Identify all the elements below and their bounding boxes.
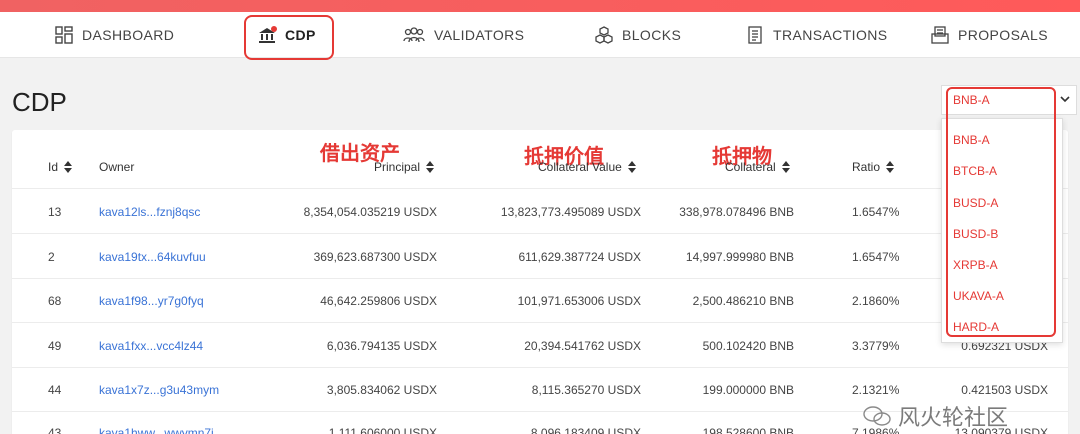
nav-label-validators: VALIDATORS	[434, 27, 525, 43]
row-divider	[12, 367, 1068, 368]
nav-item-transactions[interactable]: TRANSACTIONS	[745, 12, 887, 58]
cell-principal: 46,642.259806 USDX	[320, 294, 437, 308]
sort-icon	[64, 161, 73, 173]
sort-icon	[886, 161, 895, 173]
wechat-icon	[863, 406, 891, 426]
cell-collateral: 2,500.486210 BNB	[692, 294, 794, 308]
cell-id: 13	[48, 205, 62, 219]
row-divider	[12, 233, 1068, 234]
users-icon	[403, 27, 425, 43]
owner-link[interactable]: kava1hww...wwymn7j	[99, 426, 214, 434]
cell-ratio: 3.3779%	[852, 339, 900, 353]
cell-collateral: 338,978.078496 BNB	[679, 205, 794, 219]
header-owner: Owner	[99, 160, 134, 174]
document-icon	[748, 26, 762, 44]
cell-ratio: 1.6547%	[852, 250, 900, 264]
header-collateral-value-label: Collateral Value	[538, 160, 622, 174]
row-divider	[12, 322, 1068, 323]
cell-collateral: 500.102420 BNB	[702, 339, 794, 353]
owner-link[interactable]: kava12ls...fznj8qsc	[99, 205, 200, 219]
top-accent-bar	[0, 0, 1080, 12]
cell-principal: 369,623.687300 USDX	[313, 250, 437, 264]
cell-collateral-value: 611,629.387724 USDX	[518, 250, 641, 264]
cell-id: 2	[48, 250, 55, 264]
header-collateral-label: Collateral	[725, 160, 776, 174]
cell-collateral-value: 20,394.541762 USDX	[524, 339, 641, 353]
cell-collateral-value: 13,823,773.495089 USDX	[500, 205, 641, 219]
cell-extra: 0.421503 USDX	[961, 383, 1048, 397]
header-id-label: Id	[48, 160, 59, 174]
nav-item-dashboard[interactable]: DASHBOARD	[54, 12, 174, 58]
sort-icon	[781, 161, 790, 173]
watermark: 风火轮社区	[862, 400, 1008, 432]
nav-item-blocks[interactable]: BLOCKS	[594, 12, 681, 58]
cell-collateral-value: 8,096.183409 USDX	[530, 426, 641, 434]
nav-label-blocks: BLOCKS	[622, 27, 682, 43]
cell-collateral-value: 8,115.365270 USDX	[531, 383, 641, 397]
ballot-icon	[931, 26, 949, 44]
header-owner-label: Owner	[99, 160, 135, 174]
nav-label-transactions: TRANSACTIONS	[773, 27, 888, 43]
row-divider	[12, 188, 1068, 189]
row-divider	[12, 278, 1068, 279]
cell-principal: 8,354,054.035219 USDX	[303, 205, 437, 219]
nav-label-proposals: PROPOSALS	[958, 27, 1048, 43]
owner-link[interactable]: kava1x7z...g3u43mym	[99, 383, 219, 397]
cell-ratio: 2.1321%	[852, 383, 900, 397]
owner-link[interactable]: kava19tx...64kuvfuu	[99, 250, 206, 264]
header-collateral-value[interactable]: Collateral Value	[538, 160, 636, 174]
grid-icon	[55, 26, 73, 44]
cell-collateral: 198.528600 BNB	[702, 426, 794, 434]
header-ratio[interactable]: Ratio	[852, 160, 895, 174]
owner-link[interactable]: kava1fxx...vcc4lz44	[99, 339, 203, 353]
cell-collateral-value: 101,971.653006 USDX	[517, 294, 641, 308]
cell-principal: 6,036.794135 USDX	[326, 339, 437, 353]
cell-id: 49	[48, 339, 62, 353]
cell-principal: 3,805.834062 USDX	[326, 383, 437, 397]
header-principal-label: Principal	[374, 160, 421, 174]
dropdown-highlight-outline	[946, 87, 1056, 337]
cell-id: 68	[48, 294, 62, 308]
main-nav: DASHBOARD CDP VALIDATORS BLOCKS TRANSACT…	[0, 12, 1080, 58]
page-title: CDP	[12, 87, 67, 117]
chevron-down-icon[interactable]	[1058, 92, 1072, 106]
cell-ratio: 1.6547%	[852, 205, 900, 219]
nav-item-validators[interactable]: VALIDATORS	[402, 12, 524, 58]
header-id[interactable]: Id	[48, 160, 73, 174]
header-ratio-label: Ratio	[852, 160, 881, 174]
watermark-text: 风火轮社区	[898, 406, 1009, 431]
cubes-icon	[595, 26, 613, 44]
owner-link[interactable]: kava1f98...yr7g0fyq	[99, 294, 204, 308]
nav-item-proposals[interactable]: PROPOSALS	[930, 12, 1048, 58]
cell-collateral: 14,997.999980 BNB	[685, 250, 794, 264]
cell-id: 43	[48, 426, 62, 434]
sort-icon	[627, 161, 636, 173]
cell-ratio: 2.1860%	[852, 294, 900, 308]
header-principal[interactable]: Principal	[374, 160, 435, 174]
header-collateral[interactable]: Collateral	[725, 160, 790, 174]
cell-id: 44	[48, 383, 62, 397]
cell-principal: 1,111.606000 USDX	[328, 426, 437, 434]
cdp-highlight-outline	[244, 15, 334, 60]
nav-label-dashboard: DASHBOARD	[82, 27, 175, 43]
sort-icon	[426, 161, 435, 173]
cell-collateral: 199.000000 BNB	[702, 383, 794, 397]
